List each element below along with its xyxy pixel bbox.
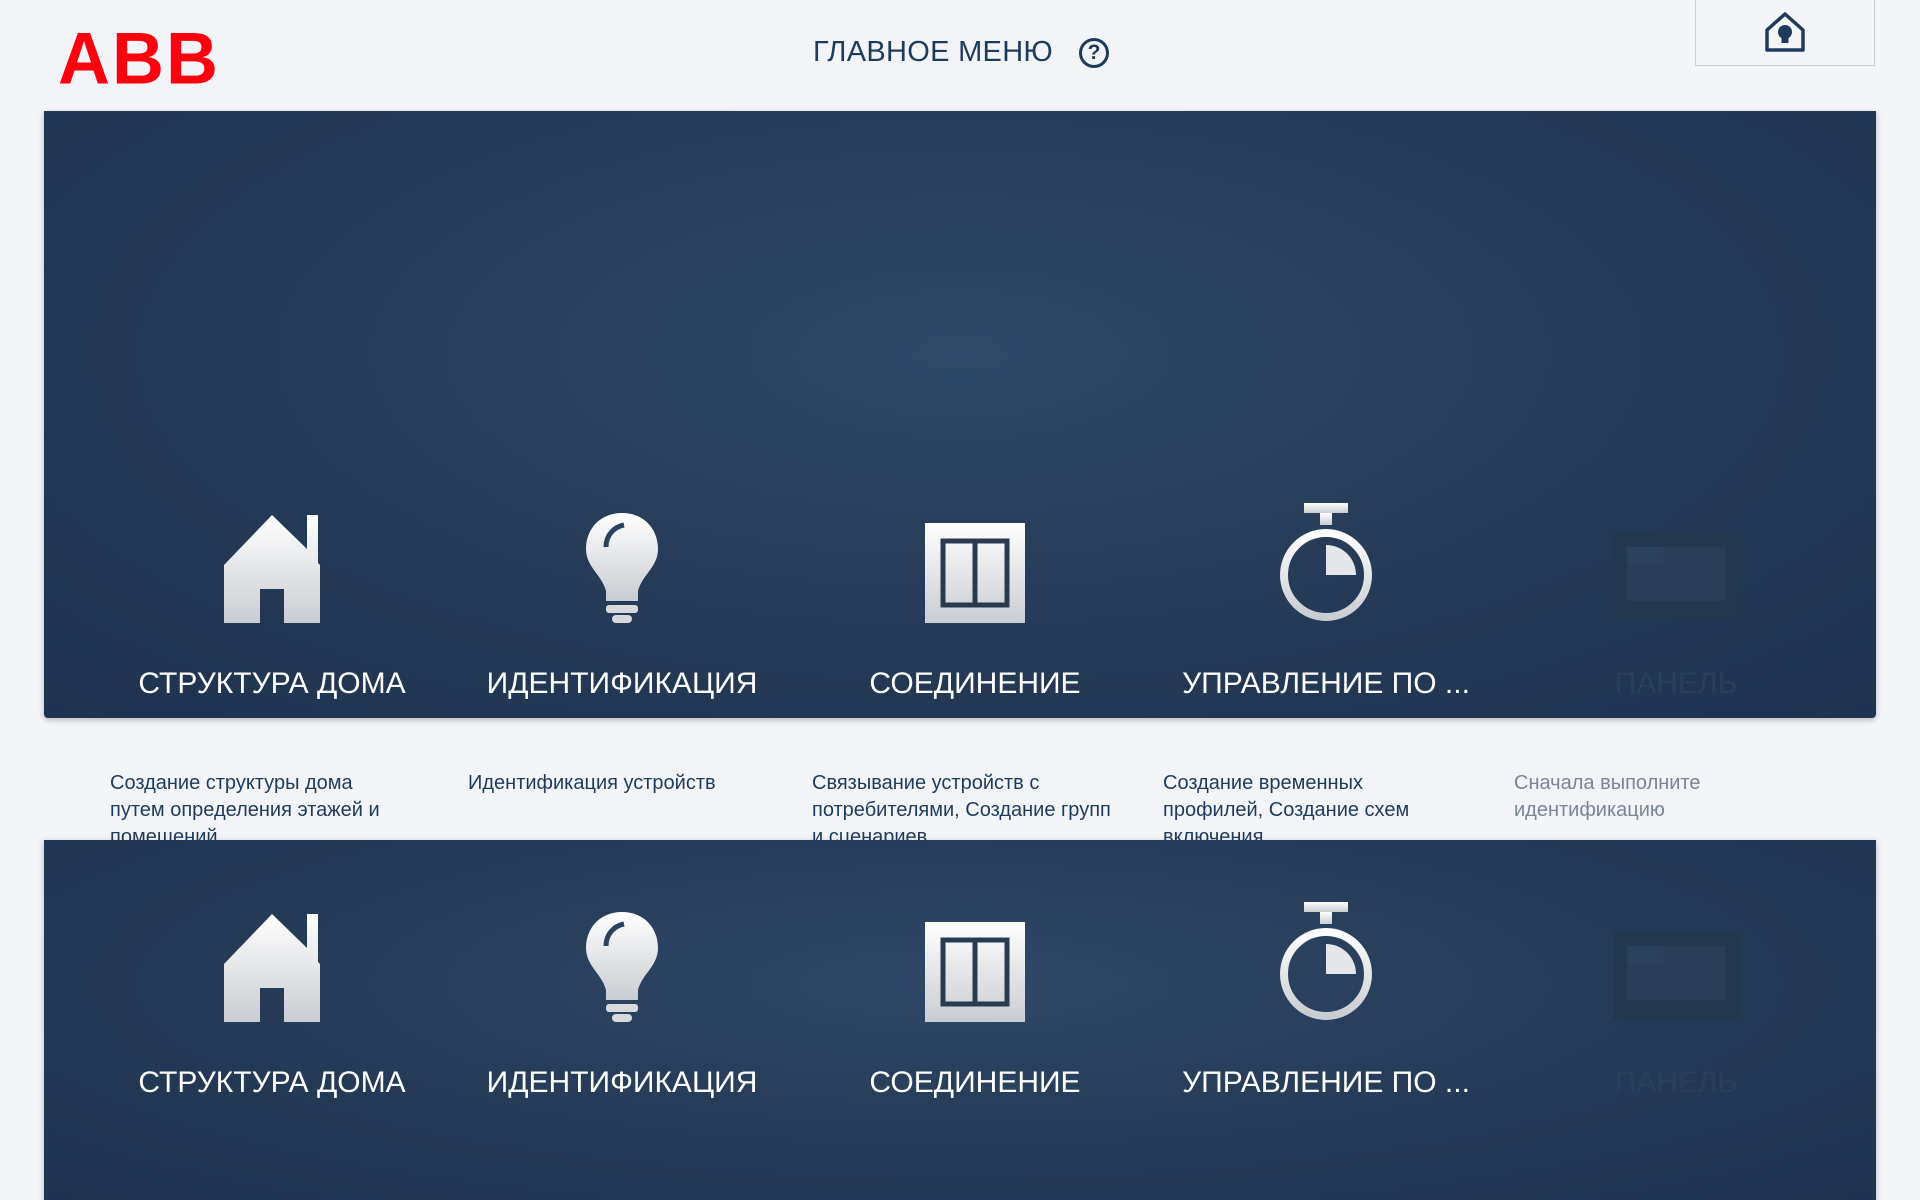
switch-icon [925,523,1025,623]
tile-label: СТРУКТУРА ДОМА [138,667,406,700]
panel-icon [1613,533,1739,621]
tile-timer-control[interactable]: УПРАВЛЕНИЕ ПО ... [1166,391,1486,711]
stopwatch-icon [1280,503,1372,621]
question-circle-icon[interactable]: ? [1079,37,1110,68]
main-menu-panel: СТРУКТУРА ДОМА ИДЕНТИФИКАЦИЯ СОЕДИНЕНИЕ [44,111,1876,718]
page-title: ГЛАВНОЕ МЕНЮ [813,36,1054,68]
smart-home-button[interactable] [1695,0,1875,66]
house-icon [224,914,320,1022]
tile-house-structure[interactable]: СТРУКТУРА ДОМА [112,391,432,711]
stopwatch-icon [1280,902,1372,1020]
tile-identification[interactable]: ИДЕНТИФИКАЦИЯ [462,391,782,711]
abb-logo: ABB [58,18,220,100]
tile-descriptions: Создание структуры дома путем определени… [0,770,1920,840]
tile-label: УПРАВЛЕНИЕ ПО ... [1182,667,1470,700]
tile-connection[interactable]: СОЕДИНЕНИЕ [815,840,1135,1200]
tile-timer-control[interactable]: УПРАВЛЕНИЕ ПО ... [1166,840,1486,1200]
description-identification: Идентификация устройств [468,772,716,794]
tile-label: СОЕДИНЕНИЕ [869,1066,1081,1099]
tile-label: ИДЕНТИФИКАЦИЯ [486,1066,758,1099]
tile-label: СТРУКТУРА ДОМА [138,1066,406,1099]
main-menu-panel-secondary: СТРУКТУРА ДОМА ИДЕНТИФИКАЦИЯ СОЕДИНЕНИЕ [44,840,1876,1200]
description-connection: Связывание устройств с потребителями, Со… [812,772,1111,840]
lightbulb-icon [586,513,658,623]
panel-icon [1613,932,1739,1020]
tile-label: УПРАВЛЕНИЕ ПО ... [1182,1066,1470,1099]
tile-connection[interactable]: СОЕДИНЕНИЕ [815,391,1135,711]
tile-label: ПАНЕЛЬ [1614,667,1738,700]
tile-label: СОЕДИНЕНИЕ [869,667,1081,700]
tile-label: ИДЕНТИФИКАЦИЯ [486,667,758,700]
smart-home-icon [1765,12,1805,52]
house-icon [224,515,320,623]
tile-identification[interactable]: ИДЕНТИФИКАЦИЯ [462,840,782,1200]
description-house-structure: Создание структуры дома путем определени… [110,772,380,840]
header-bar: ABB ГЛАВНОЕ МЕНЮ ? [0,0,1920,111]
tile-house-structure[interactable]: СТРУКТУРА ДОМА [112,840,432,1200]
lightbulb-icon [586,912,658,1022]
tile-panel: ПАНЕЛЬ [1516,391,1836,711]
switch-icon [925,922,1025,1022]
tile-panel: ПАНЕЛЬ [1516,840,1836,1200]
description-timer-control: Создание временных профилей, Создание сх… [1163,772,1410,840]
description-panel: Сначала выполните идентификацию [1514,772,1701,821]
title-group: ГЛАВНОЕ МЕНЮ ? [813,36,1110,69]
tile-label: ПАНЕЛЬ [1614,1066,1738,1099]
